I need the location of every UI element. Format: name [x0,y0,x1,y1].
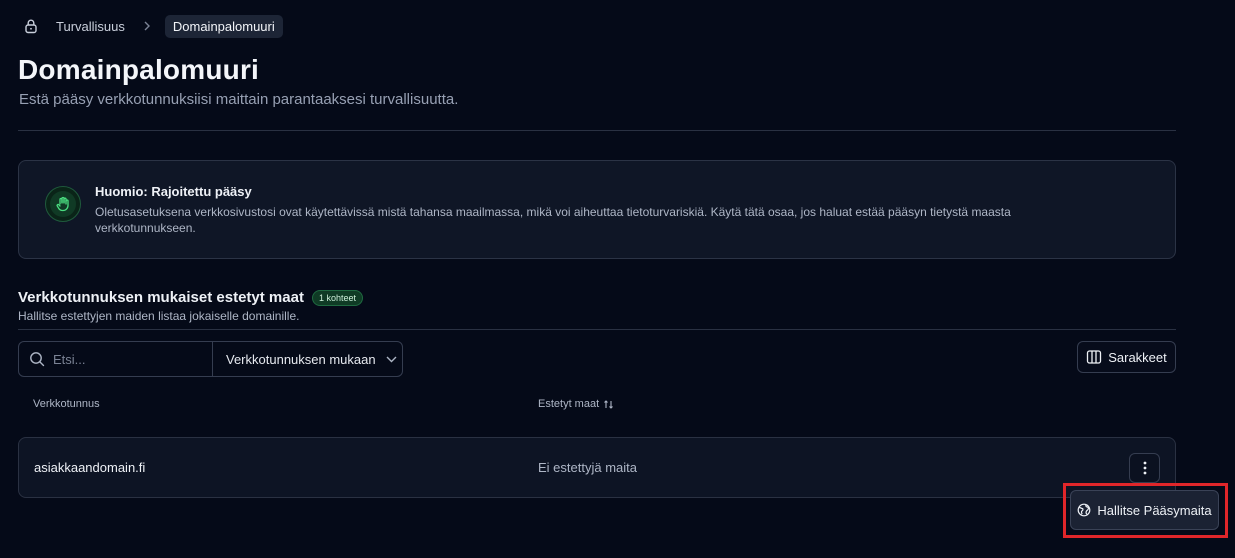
cell-domain: asiakkaandomain.fi [34,460,146,475]
divider [18,130,1176,131]
count-badge: 1 kohteet [311,289,363,306]
chevron-right-icon [143,21,151,31]
divider [18,329,1176,330]
columns-button-label: Sarakkeet [1108,349,1167,365]
alert-title: Huomio: Rajoitettu pääsy [95,184,252,199]
section-title-text: Verkkotunnuksen mukaiset estetyt maat [18,289,304,306]
column-header-blocked-countries[interactable]: Estetyt maat [538,398,614,410]
breadcrumb-security-link[interactable]: Turvallisuus [56,19,125,34]
manage-access-countries-menu-item[interactable]: Hallitse Pääsymaita [1070,490,1219,530]
search-input[interactable] [53,351,203,367]
sort-icon[interactable] [603,399,614,410]
column-header-label: Estetyt maat [538,398,600,410]
cell-blocked-countries: Ei estettyjä maita [538,460,637,475]
alert-text: Oletusasetuksena verkkosivustosi ovat kä… [95,205,1011,235]
lock-icon [22,17,40,35]
section-title: Verkkotunnuksen mukaiset estetyt maat 1 … [18,289,363,306]
page-title: Domainpalomuuri [18,54,260,85]
more-vertical-icon [1143,461,1147,475]
breadcrumb: Turvallisuus Domainpalomuuri [22,14,283,38]
restricted-access-alert: Huomio: Rajoitettu pääsy Oletusasetuksen… [18,160,1176,259]
hand-stop-icon [45,186,81,222]
filter-label: Verkkotunnuksen mukaan [226,351,376,367]
column-header-domain: Verkkotunnus [33,398,100,410]
search-filter-group: Verkkotunnuksen mukaan [18,341,403,377]
table-row[interactable]: asiakkaandomain.fi Ei estettyjä maita [18,437,1176,498]
manage-access-countries-label: Hallitse Pääsymaita [1097,502,1212,518]
section-subtitle: Hallitse estettyjen maiden listaa jokais… [18,309,300,323]
row-actions-button[interactable] [1129,453,1160,483]
search-icon [29,351,45,367]
globe-icon [1077,503,1091,517]
page-subtitle: Estä pääsy verkkotunnuksiisi maittain pa… [19,91,459,108]
filter-by-domain-select[interactable]: Verkkotunnuksen mukaan [213,342,402,376]
chevron-down-icon [386,356,397,363]
search-field[interactable] [19,342,213,376]
breadcrumb-current: Domainpalomuuri [164,14,283,38]
columns-icon [1086,349,1102,365]
columns-button[interactable]: Sarakkeet [1077,341,1176,373]
